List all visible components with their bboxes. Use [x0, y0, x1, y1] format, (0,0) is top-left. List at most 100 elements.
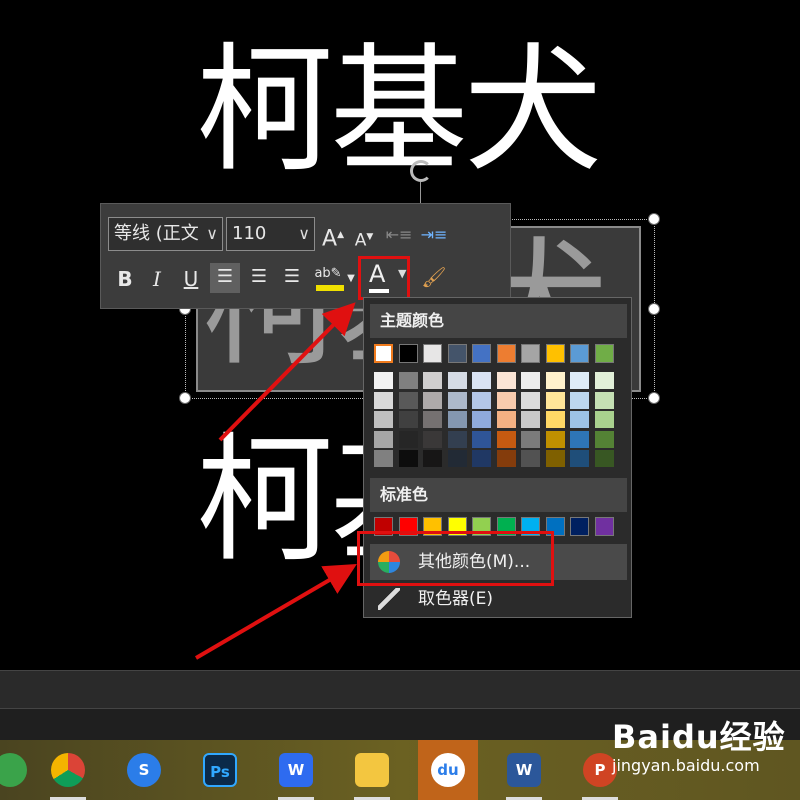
theme-shade-swatch[interactable]	[447, 391, 467, 409]
theme-color-swatch[interactable]	[521, 344, 540, 363]
format-painter-icon[interactable]: 🖌	[419, 263, 449, 293]
taskbar-app-photoshop[interactable]: Ps	[190, 740, 250, 800]
theme-color-swatch[interactable]	[472, 344, 491, 363]
theme-color-swatch[interactable]	[398, 344, 418, 363]
theme-shade-swatch[interactable]	[496, 430, 516, 448]
resize-handle-bottom-right[interactable]	[648, 392, 660, 404]
theme-shade-swatch[interactable]	[594, 411, 614, 428]
theme-colors-heading: 主题颜色	[370, 304, 627, 338]
theme-shade-swatch[interactable]	[423, 450, 442, 467]
theme-color-swatch[interactable]	[496, 344, 516, 363]
theme-shade-swatch[interactable]	[423, 411, 442, 428]
align-center-button[interactable]: ☰	[244, 263, 274, 293]
theme-shade-swatch[interactable]	[594, 391, 614, 409]
notes-bar[interactable]	[0, 670, 800, 708]
italic-button[interactable]: I	[142, 265, 172, 295]
taskbar-app-sogou[interactable]: S	[114, 740, 174, 800]
font-name-value: 等线 (正文	[114, 223, 199, 244]
shrink-font-button[interactable]: A▼	[349, 223, 379, 253]
theme-shade-swatch[interactable]	[472, 372, 491, 389]
theme-shade-swatch[interactable]	[472, 411, 491, 428]
taskbar-app-chrome[interactable]	[38, 740, 98, 800]
theme-shade-swatch[interactable]	[374, 430, 393, 448]
theme-color-swatch[interactable]	[423, 344, 442, 363]
theme-shade-swatch[interactable]	[570, 450, 589, 467]
slide-title-text[interactable]: 柯基犬	[196, 42, 602, 180]
increase-indent-button[interactable]: ⇥≡	[419, 221, 449, 251]
grow-font-button[interactable]: A▲	[318, 221, 348, 251]
theme-shade-swatch[interactable]	[570, 372, 589, 389]
theme-shade-swatch[interactable]	[472, 450, 491, 467]
theme-color-swatch[interactable]	[594, 344, 614, 363]
standard-color-swatch[interactable]	[570, 517, 589, 536]
theme-shade-swatch[interactable]	[398, 450, 418, 467]
theme-shade-swatch[interactable]	[521, 450, 540, 467]
theme-shade-swatch[interactable]	[472, 430, 491, 448]
theme-shade-swatch[interactable]	[496, 450, 516, 467]
theme-shade-swatch[interactable]	[570, 430, 589, 448]
font-color-button[interactable]: A ▼	[358, 256, 410, 300]
bold-button[interactable]: B	[110, 265, 140, 295]
theme-shade-swatch[interactable]	[545, 450, 565, 467]
resize-handle-right[interactable]	[648, 303, 660, 315]
taskbar-app-partial[interactable]	[0, 740, 40, 800]
eyedropper-menu-item[interactable]: 取色器(E)	[370, 581, 627, 617]
rotate-handle-icon[interactable]	[410, 160, 432, 182]
chevron-down-icon: ∨	[206, 224, 218, 243]
theme-shade-swatch[interactable]	[398, 391, 418, 409]
theme-shade-swatch[interactable]	[398, 372, 418, 389]
theme-shade-swatch[interactable]	[447, 430, 467, 448]
theme-color-swatch[interactable]	[545, 344, 565, 363]
theme-shade-swatch[interactable]	[570, 391, 589, 409]
theme-shade-swatch[interactable]	[374, 391, 393, 409]
theme-shade-swatch[interactable]	[545, 411, 565, 428]
theme-shade-swatch[interactable]	[521, 430, 540, 448]
align-left-button[interactable]: ☰	[210, 263, 240, 293]
theme-shade-swatch[interactable]	[521, 391, 540, 409]
theme-color-swatch[interactable]	[374, 344, 393, 363]
theme-shade-swatch[interactable]	[398, 430, 418, 448]
theme-shade-swatch[interactable]	[447, 411, 467, 428]
highlight-dropdown-caret[interactable]: ▼	[344, 265, 358, 295]
theme-shade-swatch[interactable]	[521, 411, 540, 428]
theme-shade-swatch[interactable]	[594, 372, 614, 389]
theme-shade-swatch[interactable]	[570, 411, 589, 428]
theme-color-swatch[interactable]	[447, 344, 467, 363]
chevron-down-icon: ∨	[298, 224, 310, 243]
align-right-button[interactable]: ☰	[277, 263, 307, 293]
theme-shade-swatch[interactable]	[594, 450, 614, 467]
theme-shade-swatch[interactable]	[423, 372, 442, 389]
theme-shade-swatch[interactable]	[423, 391, 442, 409]
taskbar-app-file-explorer[interactable]	[342, 740, 402, 800]
resize-handle-bottom-left[interactable]	[179, 392, 191, 404]
theme-shade-swatch[interactable]	[545, 391, 565, 409]
theme-shade-swatch[interactable]	[545, 430, 565, 448]
theme-shade-swatch[interactable]	[447, 372, 467, 389]
theme-shade-swatch[interactable]	[496, 411, 516, 428]
theme-shade-swatch[interactable]	[374, 372, 393, 389]
theme-shade-swatch[interactable]	[423, 430, 442, 448]
theme-shade-swatch[interactable]	[374, 411, 393, 428]
underline-button[interactable]: U	[176, 265, 206, 295]
theme-shade-swatch[interactable]	[496, 372, 516, 389]
taskbar-app-word[interactable]: W	[494, 740, 554, 800]
standard-color-swatch[interactable]	[594, 517, 614, 536]
theme-shade-swatch[interactable]	[496, 391, 516, 409]
theme-shade-swatch[interactable]	[398, 411, 418, 428]
theme-color-swatch[interactable]	[570, 344, 589, 363]
theme-shade-swatch[interactable]	[472, 391, 491, 409]
taskbar-app-baidu-netdisk[interactable]: du	[418, 740, 478, 800]
font-color-letter: A	[369, 260, 386, 288]
watermark-brand: Baidu经验	[612, 718, 786, 756]
theme-shade-swatch[interactable]	[521, 372, 540, 389]
theme-shade-swatch[interactable]	[545, 372, 565, 389]
theme-shade-swatch[interactable]	[374, 450, 393, 467]
taskbar-app-wps[interactable]: W	[266, 740, 326, 800]
resize-handle-top-right[interactable]	[648, 213, 660, 225]
font-name-combo[interactable]: 等线 (正文 ∨	[108, 217, 223, 251]
theme-shade-swatch[interactable]	[447, 450, 467, 467]
theme-shade-swatch[interactable]	[594, 430, 614, 448]
font-size-combo[interactable]: 110 ∨	[226, 217, 315, 251]
decrease-indent-button[interactable]: ⇤≡	[384, 221, 414, 251]
font-color-dropdown-caret[interactable]: ▼	[398, 267, 406, 280]
